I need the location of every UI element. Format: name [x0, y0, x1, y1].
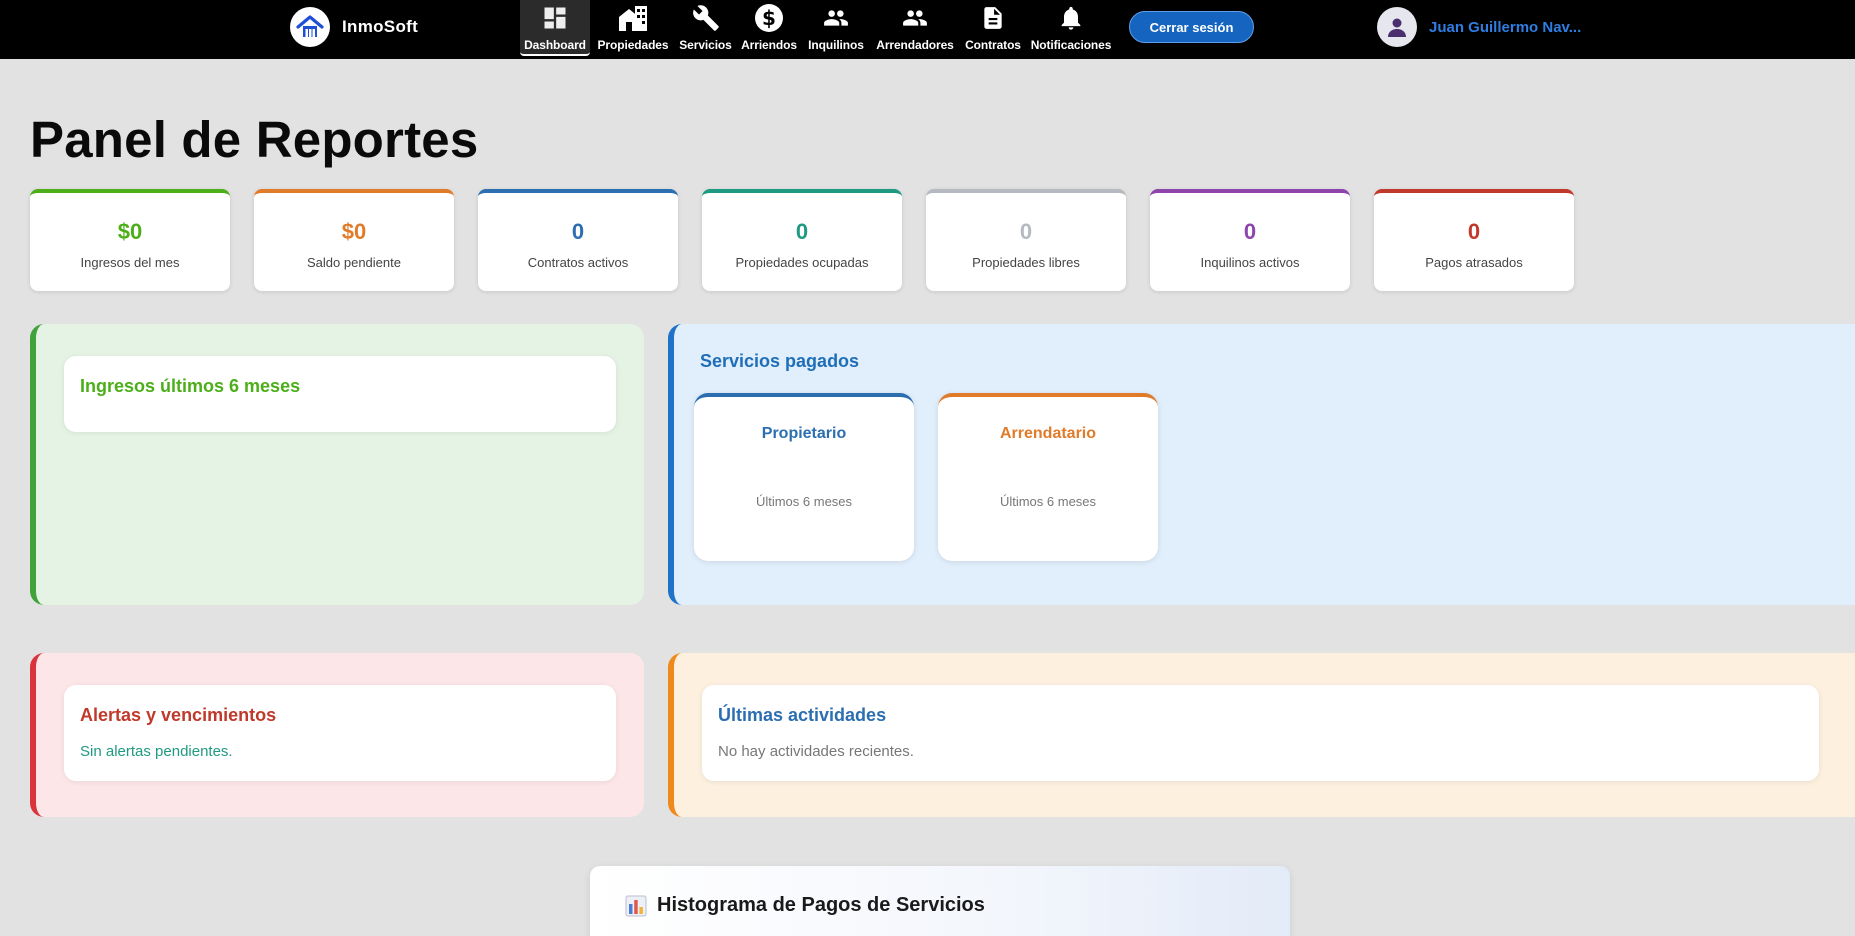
stat-value: 0 — [1243, 219, 1257, 244]
stat-card-atrasados: 0 Pagos atrasados — [1374, 189, 1574, 291]
stat-label: Ingresos del mes — [80, 255, 180, 270]
people-icon — [820, 0, 852, 36]
avatar — [1377, 7, 1417, 47]
dollar-icon: $ — [754, 0, 784, 36]
dashboard-icon — [541, 0, 569, 36]
service-card-subtitle: Últimos 6 meses — [755, 494, 853, 509]
service-card-propietario: Propietario Últimos 6 meses — [694, 393, 914, 561]
wrench-icon — [692, 0, 720, 36]
service-card-title: Arrendatario — [999, 425, 1097, 442]
building-icon — [618, 0, 648, 36]
alerts-message: Sin alertas pendientes. — [80, 743, 233, 760]
nav-label: Servicios — [679, 38, 732, 52]
brand-name: InmoSoft — [342, 17, 419, 36]
nav-label: Dashboard — [524, 38, 586, 52]
stat-label: Propiedades ocupadas — [735, 255, 869, 270]
nav-label: Notificaciones — [1030, 38, 1112, 52]
logout-button[interactable]: Cerrar sesión — [1129, 11, 1254, 43]
income-panel-title: Ingresos últimos 6 meses — [80, 376, 301, 396]
nav-item-dashboard[interactable]: Dashboard — [520, 0, 590, 56]
nav-label: Inquilinos — [808, 38, 864, 52]
bell-icon — [1057, 0, 1085, 36]
stat-value: $0 — [117, 219, 143, 244]
stat-value: 0 — [571, 219, 585, 244]
nav-item-contratos[interactable]: Contratos — [963, 0, 1023, 56]
nav-item-propiedades[interactable]: Propiedades — [597, 0, 669, 56]
alerts-card: Alertas y vencimientos Sin alertas pendi… — [64, 685, 616, 781]
activity-panel: Últimas actividades No hay actividades r… — [668, 653, 1855, 817]
stat-card-inquilinos: 0 Inquilinos activos — [1150, 189, 1350, 291]
user-name: Juan Guillermo Nav... — [1429, 18, 1582, 36]
svg-text:$: $ — [762, 6, 776, 30]
service-card-arrendatario: Arrendatario Últimos 6 meses — [938, 393, 1158, 561]
activity-message: No hay actividades recientes. — [718, 743, 914, 760]
stat-label: Saldo pendiente — [307, 255, 401, 270]
nav-label: Propiedades — [597, 38, 669, 52]
top-navbar: InmoSoft Dashboard Propiedades Servicios — [0, 0, 1855, 59]
histogram-heading: Histograma de Pagos de Servicios — [625, 894, 985, 917]
income-chart-card: Ingresos últimos 6 meses — [64, 356, 616, 432]
page-title: Panel de Reportes — [30, 111, 479, 168]
user-menu[interactable]: Juan Guillermo Nav... — [1377, 7, 1581, 47]
house-logo-icon — [290, 7, 330, 47]
histogram-card: Histograma de Pagos de Servicios — [590, 866, 1290, 936]
services-panel-title: Servicios pagados — [700, 351, 860, 371]
service-card-title: Propietario — [761, 425, 847, 442]
activity-title: Últimas actividades — [718, 705, 887, 725]
activity-card: Últimas actividades No hay actividades r… — [702, 685, 1819, 781]
histogram-title: Histograma de Pagos de Servicios — [657, 894, 985, 916]
stat-value: 0 — [795, 219, 809, 244]
stat-label: Propiedades libres — [972, 255, 1080, 270]
stat-label: Pagos atrasados — [1425, 255, 1523, 270]
income-panel: Ingresos últimos 6 meses — [30, 324, 644, 605]
stat-label: Contratos activos — [527, 255, 629, 270]
service-card-subtitle: Últimos 6 meses — [999, 494, 1097, 509]
stat-card-libres: 0 Propiedades libres — [926, 189, 1126, 291]
nav-label: Contratos — [965, 38, 1021, 52]
stat-value: $0 — [341, 219, 367, 244]
user-icon — [1388, 18, 1406, 37]
bar-chart-icon — [625, 895, 647, 916]
nav-label: Arriendos — [741, 38, 797, 52]
alerts-panel: Alertas y vencimientos Sin alertas pendi… — [30, 653, 644, 817]
nav-item-arriendos[interactable]: $ Arriendos — [741, 0, 797, 56]
document-icon — [980, 0, 1006, 36]
stat-card-contratos: 0 Contratos activos — [478, 189, 678, 291]
stat-value: 0 — [1467, 219, 1481, 244]
brand[interactable]: InmoSoft — [290, 7, 418, 47]
nav-label: Arrendadores — [876, 38, 954, 52]
stat-card-saldo: $0 Saldo pendiente — [254, 189, 454, 291]
people-icon — [899, 0, 931, 36]
stat-card-ingresos: $0 Ingresos del mes — [30, 189, 230, 291]
stat-label: Inquilinos activos — [1200, 255, 1300, 270]
nav-item-servicios[interactable]: Servicios — [678, 0, 733, 56]
nav-item-inquilinos[interactable]: Inquilinos — [808, 0, 864, 56]
stat-value: 0 — [1019, 219, 1033, 244]
alerts-title: Alertas y vencimientos — [80, 705, 277, 725]
stat-card-ocupadas: 0 Propiedades ocupadas — [702, 189, 902, 291]
nav-item-arrendadores[interactable]: Arrendadores — [875, 0, 955, 56]
nav-item-notificaciones[interactable]: Notificaciones — [1030, 0, 1112, 56]
